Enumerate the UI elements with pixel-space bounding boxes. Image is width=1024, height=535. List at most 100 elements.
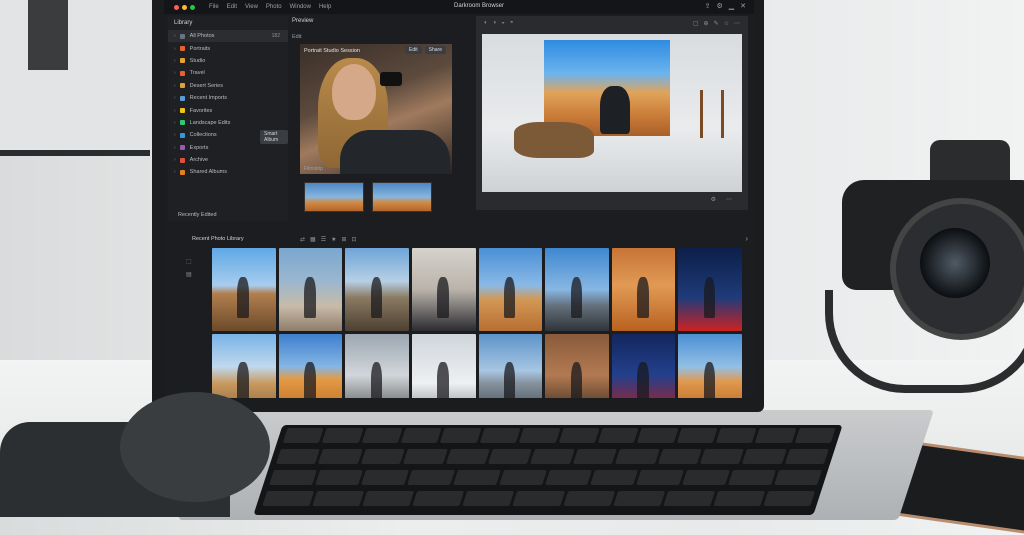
pencil-icon[interactable]: ✎	[714, 20, 719, 27]
sidebar-item-label: Archive	[189, 157, 209, 164]
photo-thumbnail[interactable]	[411, 333, 476, 398]
minimize-window-button[interactable]	[182, 4, 187, 10]
sidebar-item-label: Desert Series	[189, 82, 223, 89]
photo-thumbnail[interactable]	[478, 248, 543, 331]
frame-icon[interactable]: ▢	[693, 20, 699, 27]
chevron-right-icon[interactable]: ›	[745, 234, 748, 243]
photo-subject	[570, 362, 582, 398]
portrait-photo[interactable]: Portrait Studio Session Edit Share	[300, 44, 452, 174]
dslr-camera	[830, 140, 1024, 340]
menu-view[interactable]: View	[245, 4, 258, 10]
photo-thumbnail[interactable]	[212, 333, 276, 398]
album-icon	[179, 46, 185, 52]
settings-icon[interactable]: ⚙	[716, 2, 722, 10]
photo-thumbnail[interactable]	[611, 333, 676, 398]
sidebar-list: › All Photos 182 › Portraits › Studio › Travel › D…	[168, 30, 288, 179]
chevron-right-icon[interactable]: ›	[174, 169, 176, 175]
sidebar-item[interactable]: › Desert Series	[168, 80, 288, 92]
chevron-right-icon[interactable]: ›	[174, 83, 176, 89]
add-icon[interactable]: ⊞	[341, 236, 346, 243]
photo-thumbnail[interactable]	[278, 248, 343, 331]
sidebar-item-label: Landscape Edits	[189, 119, 231, 126]
window-toolbar: ⇪ ⚙ ▁ ✕	[705, 2, 746, 10]
photo-subject	[703, 276, 716, 319]
photo-thumbnail[interactable]	[545, 333, 609, 398]
menu-window[interactable]: Window	[290, 4, 311, 10]
chevron-right-icon[interactable]: ›	[174, 145, 176, 151]
more-icon[interactable]: ⋯	[726, 196, 732, 203]
sidebar-item[interactable]: › Travel	[168, 67, 288, 79]
more-icon[interactable]: ⋯	[734, 20, 740, 27]
photo-thumbnail[interactable]	[345, 248, 409, 331]
chevron-right-icon[interactable]: ›	[174, 46, 176, 52]
photo-thumbnail[interactable]	[611, 248, 676, 331]
photo-thumbnail[interactable]	[212, 248, 276, 331]
photo-thumbnail[interactable]	[345, 333, 409, 398]
tool-icon[interactable]: ◒	[501, 20, 505, 26]
preview-toolbar-right: ▢ ⊕ ✎ ☆ ⋯	[693, 20, 740, 27]
gear-icon[interactable]: ⚙	[711, 196, 716, 203]
zoom-window-button[interactable]	[190, 4, 195, 10]
left-rail: ⬚ ▤	[186, 258, 192, 278]
chevron-right-icon[interactable]: ›	[174, 120, 176, 126]
sidebar-item-label: Recent Imports	[189, 95, 227, 102]
photo-subject	[570, 276, 582, 319]
photo-thumbnail[interactable]	[678, 248, 742, 331]
sidebar-item[interactable]: › Landscape Edits	[168, 117, 288, 129]
photo-subject	[503, 362, 516, 398]
list-view-icon[interactable]: ☰	[321, 236, 326, 243]
sidebar-footer[interactable]: Recently Edited	[178, 212, 217, 218]
zoom-icon[interactable]: ⊕	[704, 20, 709, 27]
star-icon[interactable]: ★	[331, 236, 336, 243]
sidebar-item[interactable]: › Portraits	[168, 42, 288, 54]
selection-icon[interactable]: ⬚	[186, 258, 192, 265]
filmstrip-thumb[interactable]	[372, 182, 432, 212]
chevron-right-icon[interactable]: ›	[174, 70, 176, 76]
sidebar-item[interactable]: › Favorites	[168, 104, 288, 116]
chevron-right-icon[interactable]: ›	[174, 108, 176, 114]
album-icon	[179, 95, 185, 101]
photo-thumbnail[interactable]	[411, 248, 476, 331]
grid-view-icon[interactable]: ▦	[310, 236, 316, 243]
tool-icon[interactable]: ◐	[484, 20, 488, 26]
select-icon[interactable]: ⊡	[352, 236, 357, 243]
minimize-icon[interactable]: ▁	[729, 2, 734, 10]
filmstrip-thumb[interactable]	[304, 182, 364, 212]
sidebar-item[interactable]: › Shared Albums	[168, 166, 288, 178]
photo-thumbnail[interactable]	[478, 333, 543, 398]
album-icon	[179, 169, 185, 175]
sidebar-item-label: Studio	[189, 57, 206, 64]
chevron-right-icon[interactable]: ›	[174, 132, 176, 138]
star-icon[interactable]: ☆	[724, 20, 729, 27]
sidebar-item[interactable]: › Archive	[168, 154, 288, 166]
close-window-button[interactable]	[174, 4, 179, 10]
sidebar-item[interactable]: › All Photos 182	[168, 30, 288, 43]
chevron-right-icon[interactable]: ›	[174, 33, 176, 39]
photo-thumbnail[interactable]	[278, 333, 343, 398]
menu-photo[interactable]: Photo	[266, 4, 282, 10]
edit-button[interactable]: Edit	[405, 46, 422, 54]
chevron-right-icon[interactable]: ›	[174, 157, 176, 163]
menu-edit[interactable]: Edit	[227, 4, 237, 10]
studio-photo[interactable]	[482, 34, 742, 192]
tool-icon[interactable]: ◑	[493, 20, 497, 26]
panel-icon[interactable]: ▤	[186, 271, 192, 278]
sidebar-item-label: All Photos	[189, 33, 215, 40]
photo-subject	[703, 362, 716, 398]
photo-thumbnail[interactable]	[678, 333, 742, 398]
photo-thumbnail[interactable]	[545, 248, 609, 331]
share-icon[interactable]: ⇪	[705, 2, 711, 10]
close-icon[interactable]: ✕	[740, 2, 746, 10]
sidebar-item[interactable]: › Studio	[168, 55, 288, 67]
tool-icon[interactable]: ◓	[510, 20, 514, 26]
main-subheading[interactable]: Edit	[292, 34, 301, 40]
menu-help[interactable]: Help	[319, 4, 331, 10]
chevron-right-icon[interactable]: ›	[174, 95, 176, 101]
menu-file[interactable]: File	[209, 4, 219, 10]
album-icon	[179, 83, 185, 89]
share-button[interactable]: Share	[424, 46, 446, 54]
sort-icon[interactable]: ⇄	[300, 236, 305, 243]
sidebar-item[interactable]: › Recent Imports	[168, 92, 288, 104]
photo-subject	[370, 362, 383, 398]
chevron-right-icon[interactable]: ›	[174, 58, 176, 64]
